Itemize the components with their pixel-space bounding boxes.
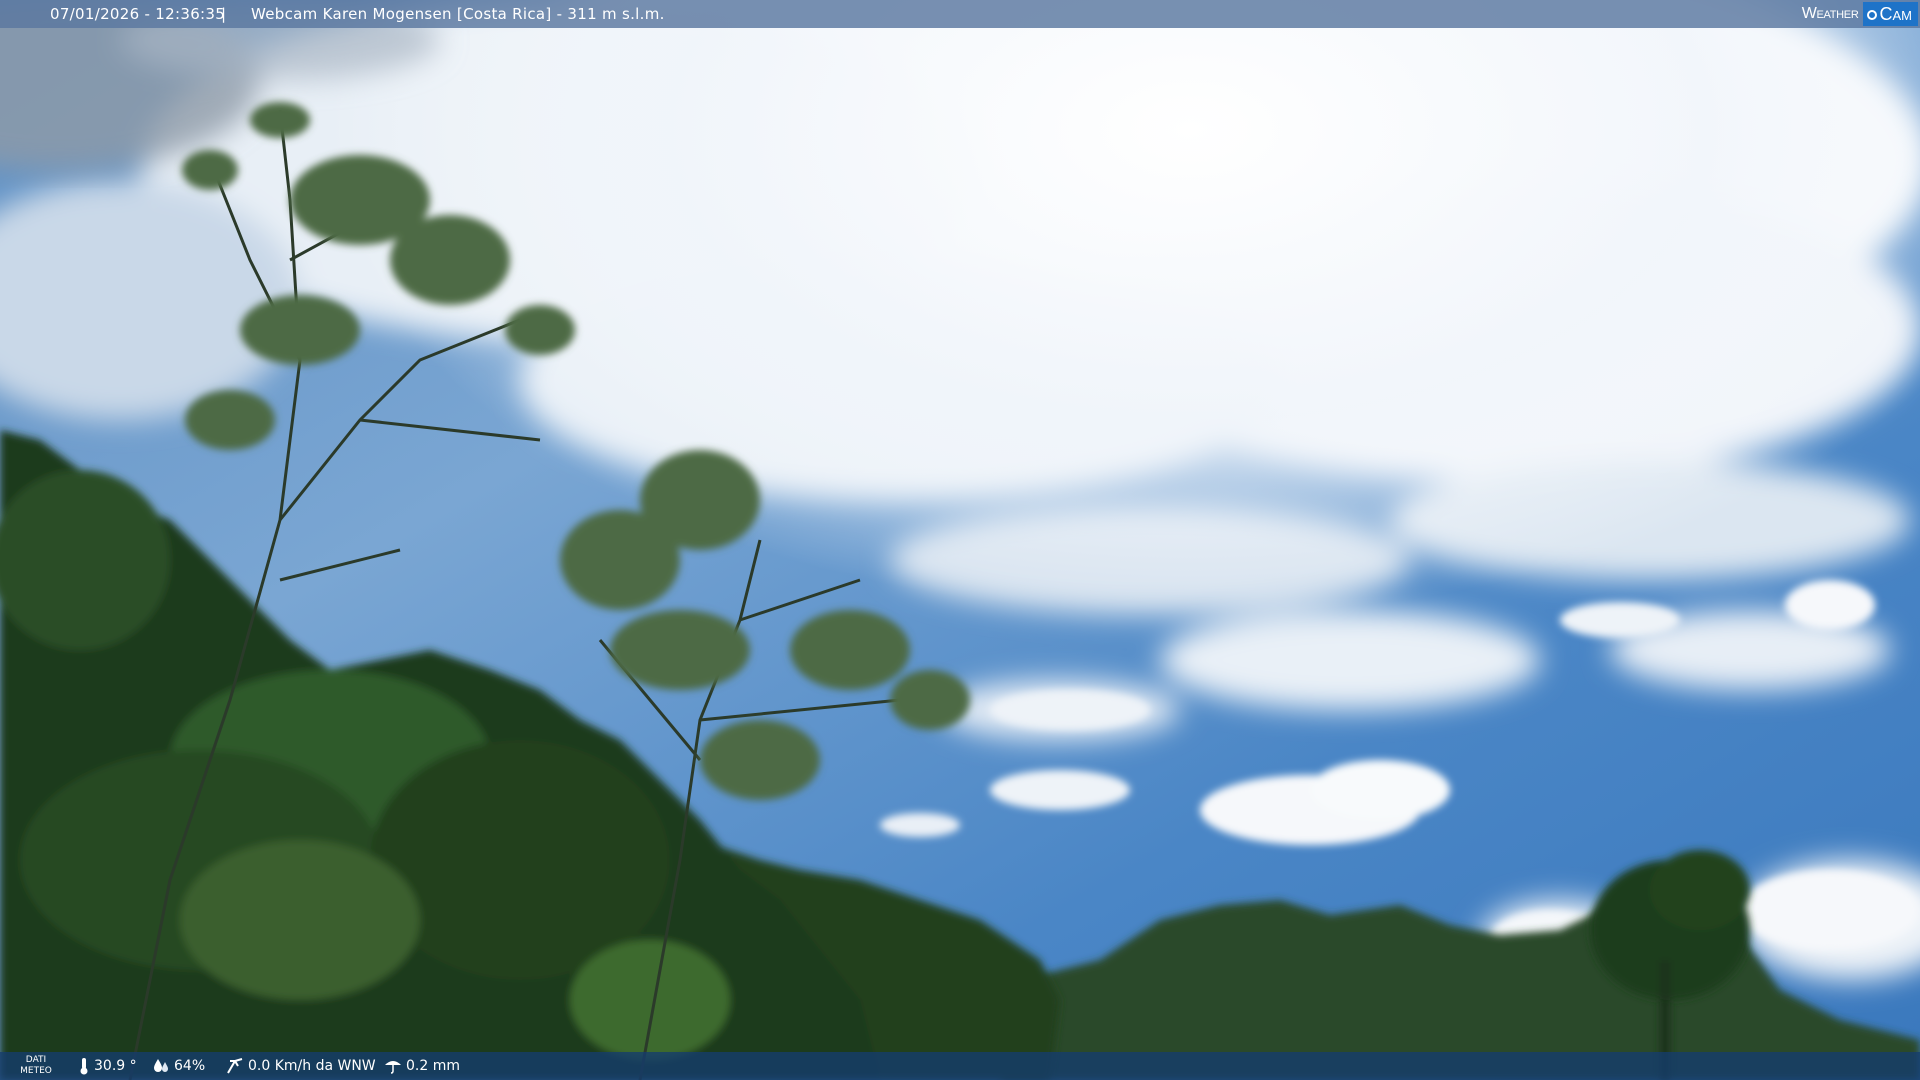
humidity-reading: 64% [152,1052,205,1080]
wind-reading: 0.0 Km/h da WNW [226,1052,376,1080]
logo-word-cam: Cam [1862,2,1918,26]
rain-reading: 0.2 mm [384,1052,460,1080]
thermometer-icon [80,1058,88,1075]
top-info-bar: 07/01/2026 - 12:36:35 | Webcam Karen Mog… [0,0,1920,28]
temperature-reading: 30.9 ° [78,1052,137,1080]
weathercam-logo: Weather Cam [1800,2,1918,26]
logo-cam-text: Cam [1879,4,1913,24]
separator: | [221,5,227,23]
meteo-bar: DATI METEO 30.9 ° 64% 0.0 Km/h da WNW 0.… [0,1052,1920,1080]
logo-circle-icon [1866,10,1877,20]
logo-word-weather: Weather [1801,5,1859,22]
humidity-value: 64% [174,1058,206,1074]
webcam-image [0,0,1920,1080]
rain-icon [385,1061,401,1074]
timestamp: 07/01/2026 - 12:36:35 [50,5,226,23]
humidity-drop-icon [154,1059,168,1072]
rain-value: 0.2 mm [406,1058,460,1074]
temperature-value: 30.9 ° [94,1058,137,1074]
meteo-label: DATI METEO [18,1055,54,1077]
webcam-title: Webcam Karen Mogensen [Costa Rica] - 311… [251,5,665,23]
meteo-label-line1: DATI [25,1055,47,1065]
meteo-label-line2: METEO [20,1066,52,1076]
wind-icon [227,1058,243,1074]
wind-value: 0.0 Km/h da WNW [248,1058,376,1074]
